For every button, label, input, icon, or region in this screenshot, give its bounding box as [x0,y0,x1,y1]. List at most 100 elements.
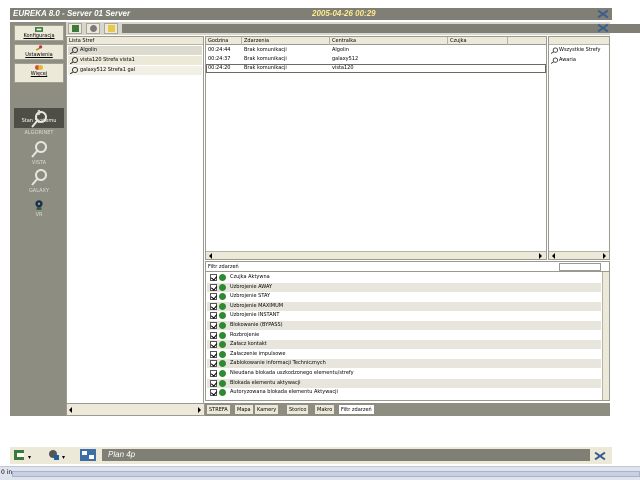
tab-makro[interactable]: Makro [314,404,336,415]
zone-label: vista120 Strefa vista1 [80,57,135,63]
column-header-time[interactable]: Godzina [206,37,242,45]
toolbar-button-view[interactable] [68,23,82,34]
toolbar-button-quick[interactable] [104,23,118,34]
scroll-right-icon[interactable] [539,253,542,259]
list-item[interactable]: Zablokowanie informacji Technicznych [207,359,601,369]
scroll-right-icon[interactable] [198,407,201,413]
list-item[interactable]: Nieudana blokada uszkodzonego elementu/s… [207,369,601,378]
list-item[interactable]: Wszystkie Strefy [550,46,608,55]
tab-event-filter[interactable]: Filtr zdarzeń [338,404,375,415]
checkbox[interactable] [210,341,217,349]
list-item[interactable]: Awaria [550,56,608,65]
sidebar-item-algorinet[interactable]: ALGORINET [14,110,64,140]
list-item[interactable]: Rozbrojenie [207,331,601,340]
view-icon [72,25,79,32]
checkbox[interactable] [210,350,217,358]
checkbox[interactable] [210,389,217,397]
filter-label: Uzbrojenie MAXIMUM [230,302,284,309]
close-panel-icon[interactable] [596,23,610,33]
horizontal-scrollbar[interactable] [66,403,205,416]
list-item[interactable]: vista120 Strefa vista1 [68,56,202,65]
list-item[interactable]: Blokada elementu aktywacji [207,378,601,388]
list-item[interactable]: Czujka Aktywna [207,273,601,282]
map-icon[interactable] [80,449,96,461]
sidebar-item-vr[interactable]: VR [14,198,64,228]
scroll-left-icon[interactable] [552,253,555,259]
sidebar-item-galaxy[interactable]: GALAXY [14,168,64,198]
sidebar-item-label: GALAXY [28,188,50,194]
plan-label: Plan 4p [108,450,136,459]
checkbox[interactable] [210,331,217,339]
settings-button[interactable]: Ustawienia [14,44,64,60]
key-icon [31,141,47,158]
tab-kamery[interactable]: Kamery [254,404,280,415]
scroll-right-icon[interactable] [603,253,606,259]
tab-mapa[interactable]: Mapa [234,404,254,415]
config-button[interactable]: Konfiguracja [14,25,64,41]
filter-label: Uzbrojenie INSTANT [230,312,280,319]
toolbar-button-settings[interactable] [86,23,100,34]
dropdown-caret-icon[interactable]: ▾ [28,454,31,461]
more-button[interactable]: Więcej [14,63,64,83]
list-item[interactable]: Załaczenie impulsowe [207,350,601,359]
table-row[interactable]: 00:24:20 Brak komunikacji vista120 [206,64,546,73]
close-icon[interactable] [596,9,610,19]
list-item[interactable]: galaxy512 Strefa1 gal [68,66,202,75]
checkbox[interactable] [210,283,217,291]
status-scrollbar[interactable] [12,471,640,477]
status-dot-icon [219,274,226,281]
dropdown-caret-icon[interactable]: ▾ [62,454,65,461]
checkbox[interactable] [210,312,217,320]
sidebar-item-vista[interactable]: VISTA [14,140,64,170]
tools-icon[interactable] [48,449,60,461]
list-item[interactable]: Uzbrojenie INSTANT [207,311,601,320]
exit-icon[interactable] [14,449,26,461]
close-plan-icon[interactable] [593,451,607,461]
filter-label: Uzbrojenie STAY [230,293,271,300]
column-header-event[interactable]: Zdarzenia [242,37,330,45]
list-item[interactable]: Algolin [68,46,202,55]
tab-strefa[interactable]: STREFA [206,404,231,415]
scroll-left-icon[interactable] [209,253,212,259]
checkbox[interactable] [210,322,217,329]
list-item[interactable]: Autoryzowana blokada elementu Aktywacji [207,388,601,397]
status-dot-icon [219,302,226,310]
datetime-display: 2005-04-26 00:29 [312,9,376,18]
event-filter-panel: Filtr zdarzeń Czujka Aktywna Uzbrojenie A… [205,261,610,401]
cell-sensor [448,64,450,73]
filter-header-field[interactable] [559,263,601,271]
plan-strip[interactable]: Plan 4p [102,449,590,461]
scroll-left-icon[interactable] [69,407,72,413]
tab-bar: STREFA Mapa Kamery Storico Makro Filtr z… [66,403,610,416]
checkbox[interactable] [210,302,217,310]
events-table: Godzina Zdarzenia Centralka Czujka 00:24… [205,36,547,260]
bottom-taskbar: ▾ ▾ Plan 4p [10,447,612,464]
column-header-sensor[interactable]: Czujka [448,37,508,45]
table-row[interactable]: 00:24:44 Brak komunikacji Algolin [206,46,546,55]
checkbox[interactable] [210,379,217,387]
gear-icon [90,25,97,32]
list-item[interactable]: Blokowanie (BYPASS) [207,321,601,330]
lightning-icon [108,25,115,32]
tab-storico[interactable]: Storico [286,404,310,415]
checkbox[interactable] [210,370,217,377]
wrench-icon [35,45,43,51]
status-dot-icon [219,360,226,368]
list-item[interactable]: Załacz kontakt [207,340,601,350]
checkbox[interactable] [210,293,217,301]
horizontal-scrollbar[interactable] [549,251,609,259]
right-list-label: Awaria [559,57,576,63]
list-item[interactable]: Uzbrojenie AWAY [207,282,601,292]
vertical-scrollbar[interactable] [602,272,609,400]
checkbox[interactable] [210,360,217,368]
sidebar-item-label: VISTA [31,160,47,166]
list-item[interactable]: Uzbrojenie STAY [207,292,601,301]
list-item[interactable]: Uzbrojenie MAXIMUM [207,301,601,311]
status-dot-icon [219,293,226,301]
table-row[interactable]: 00:24:37 Brak komunikacji galaxy512 [206,55,546,64]
camera-icon [35,200,43,210]
horizontal-scrollbar[interactable] [206,251,546,259]
status-text: 0 in [1,469,13,476]
column-header-panel[interactable]: Centralka [330,37,448,45]
checkbox[interactable] [210,274,217,281]
